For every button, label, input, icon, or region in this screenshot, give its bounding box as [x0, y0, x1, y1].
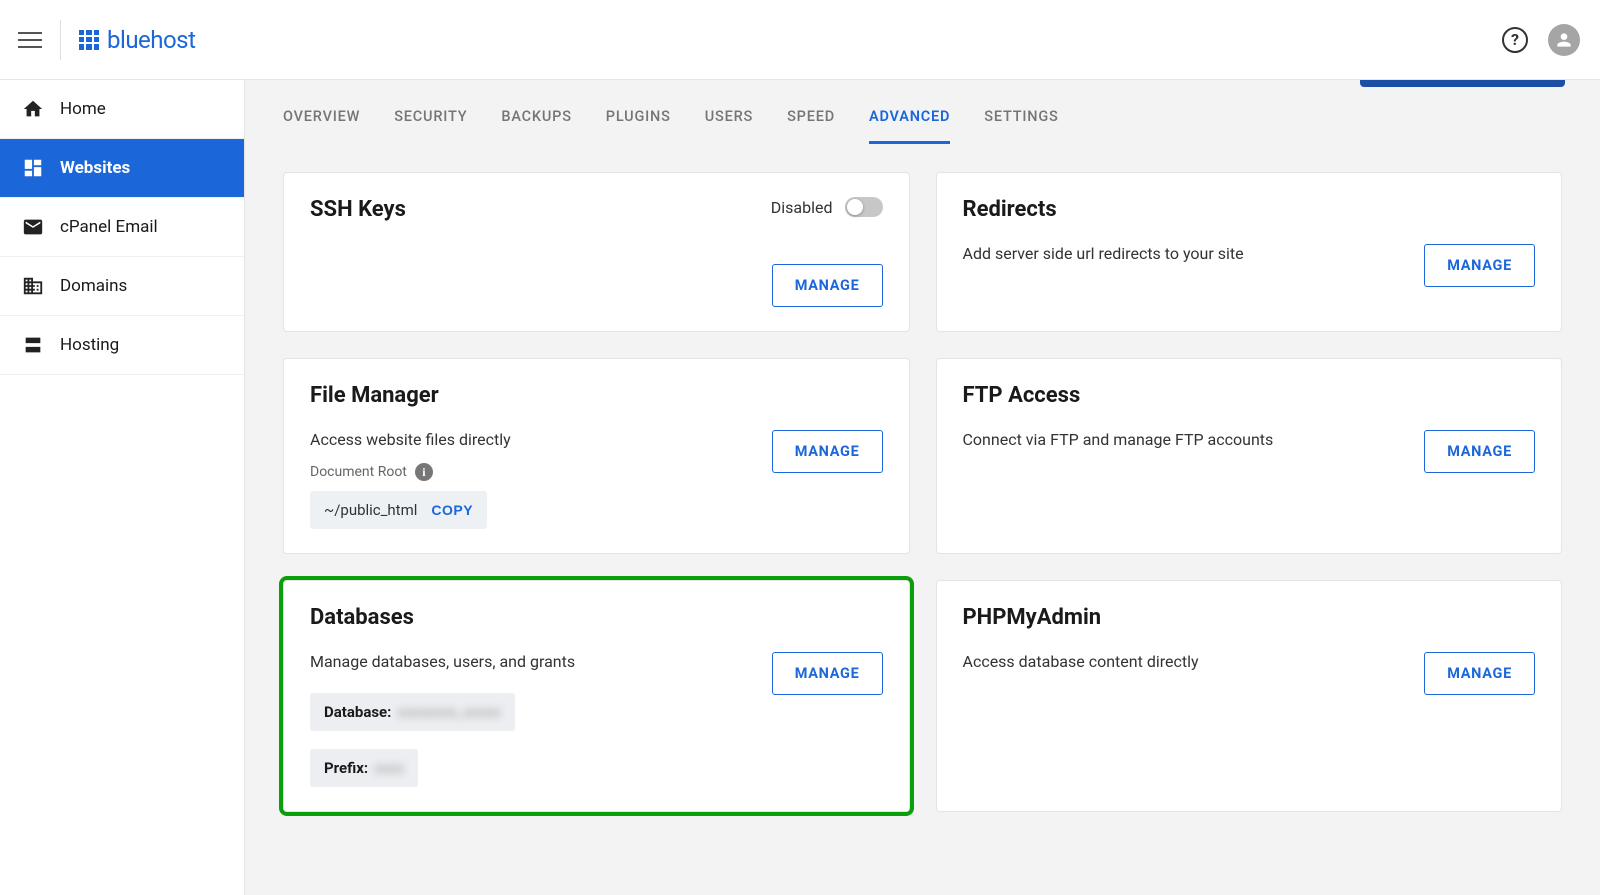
sidebar-item-label: Domains: [60, 276, 127, 296]
building-icon: [22, 275, 44, 297]
avatar[interactable]: [1548, 24, 1580, 56]
doc-root-chip: ~/public_html COPY: [310, 491, 487, 529]
tab-plugins[interactable]: PLUGINS: [606, 108, 671, 144]
tabs: OVERVIEW SECURITY BACKUPS PLUGINS USERS …: [245, 80, 1600, 144]
manage-button[interactable]: MANAGE: [1424, 430, 1535, 473]
doc-root-label-row: Document Root i: [310, 463, 511, 481]
tab-advanced[interactable]: ADVANCED: [869, 108, 950, 144]
card-file-manager: File Manager Access website files direct…: [283, 358, 910, 554]
card-ssh-keys: SSH Keys Disabled MANAGE: [283, 172, 910, 332]
topbar-right: ?: [1502, 24, 1580, 56]
tab-backups[interactable]: BACKUPS: [501, 108, 571, 144]
card-redirects: Redirects Add server side url redirects …: [936, 172, 1563, 332]
manage-button[interactable]: MANAGE: [1424, 652, 1535, 695]
sidebar-item-domains[interactable]: Domains: [0, 257, 244, 316]
card-databases: Databases Manage databases, users, and g…: [283, 580, 910, 812]
doc-root-path: ~/public_html: [324, 501, 417, 519]
partial-button-stub: [1360, 80, 1565, 87]
card-description: Access database content directly: [963, 652, 1199, 671]
card-description: Connect via FTP and manage FTP accounts: [963, 430, 1274, 449]
manage-button[interactable]: MANAGE: [772, 264, 883, 307]
brand-logo[interactable]: bluehost: [79, 26, 195, 54]
sidebar-item-label: cPanel Email: [60, 217, 158, 237]
cards-grid: SSH Keys Disabled MANAGE Redirects Add s…: [245, 144, 1600, 840]
database-label: Database:: [324, 703, 391, 721]
ssh-toggle[interactable]: [845, 197, 883, 217]
home-icon: [22, 98, 44, 120]
prefix-label: Prefix:: [324, 759, 368, 777]
tab-security[interactable]: SECURITY: [394, 108, 467, 144]
card-title: Databases: [310, 605, 883, 630]
tab-settings[interactable]: SETTINGS: [984, 108, 1058, 144]
database-prefix-chip: Prefix: xxxx: [310, 749, 418, 787]
menu-icon[interactable]: [18, 27, 42, 53]
database-value: xxxxxxxx_xxxxx: [397, 703, 501, 721]
toggle-label: Disabled: [771, 198, 833, 217]
tab-users[interactable]: USERS: [705, 108, 753, 144]
card-phpmyadmin: PHPMyAdmin Access database content direc…: [936, 580, 1563, 812]
database-name-chip: Database: xxxxxxxx_xxxxx: [310, 693, 515, 731]
copy-button[interactable]: COPY: [431, 502, 473, 518]
help-icon[interactable]: ?: [1502, 27, 1528, 53]
doc-root-label: Document Root: [310, 464, 407, 480]
tab-overview[interactable]: OVERVIEW: [283, 108, 360, 144]
divider: [60, 20, 61, 60]
sidebar-item-label: Home: [60, 99, 106, 119]
apps-grid-icon: [79, 30, 99, 50]
sidebar-item-websites[interactable]: Websites: [0, 139, 244, 198]
brand-name: bluehost: [107, 26, 195, 54]
card-description: Access website files directly: [310, 430, 511, 449]
dashboard-icon: [22, 157, 44, 179]
tab-speed[interactable]: SPEED: [787, 108, 835, 144]
manage-button[interactable]: MANAGE: [772, 652, 883, 695]
manage-button[interactable]: MANAGE: [1424, 244, 1535, 287]
card-title: File Manager: [310, 383, 883, 408]
card-title: FTP Access: [963, 383, 1536, 408]
sidebar-item-hosting[interactable]: Hosting: [0, 316, 244, 375]
card-title: Redirects: [963, 197, 1536, 222]
card-title: SSH Keys: [310, 197, 406, 222]
sidebar-item-cpanel-email[interactable]: cPanel Email: [0, 198, 244, 257]
server-icon: [22, 334, 44, 356]
sidebar: Home Websites cPanel Email Domains Hosti…: [0, 80, 245, 895]
card-description: Add server side url redirects to your si…: [963, 244, 1244, 263]
mail-icon: [22, 216, 44, 238]
topbar: bluehost ?: [0, 0, 1600, 80]
main: OVERVIEW SECURITY BACKUPS PLUGINS USERS …: [245, 80, 1600, 895]
manage-button[interactable]: MANAGE: [772, 430, 883, 473]
sidebar-item-home[interactable]: Home: [0, 80, 244, 139]
card-ftp-access: FTP Access Connect via FTP and manage FT…: [936, 358, 1563, 554]
sidebar-item-label: Hosting: [60, 335, 119, 355]
sidebar-item-label: Websites: [60, 158, 130, 178]
prefix-value: xxxx: [374, 759, 404, 777]
card-title: PHPMyAdmin: [963, 605, 1536, 630]
card-description: Manage databases, users, and grants: [310, 652, 752, 671]
info-icon[interactable]: i: [415, 463, 433, 481]
